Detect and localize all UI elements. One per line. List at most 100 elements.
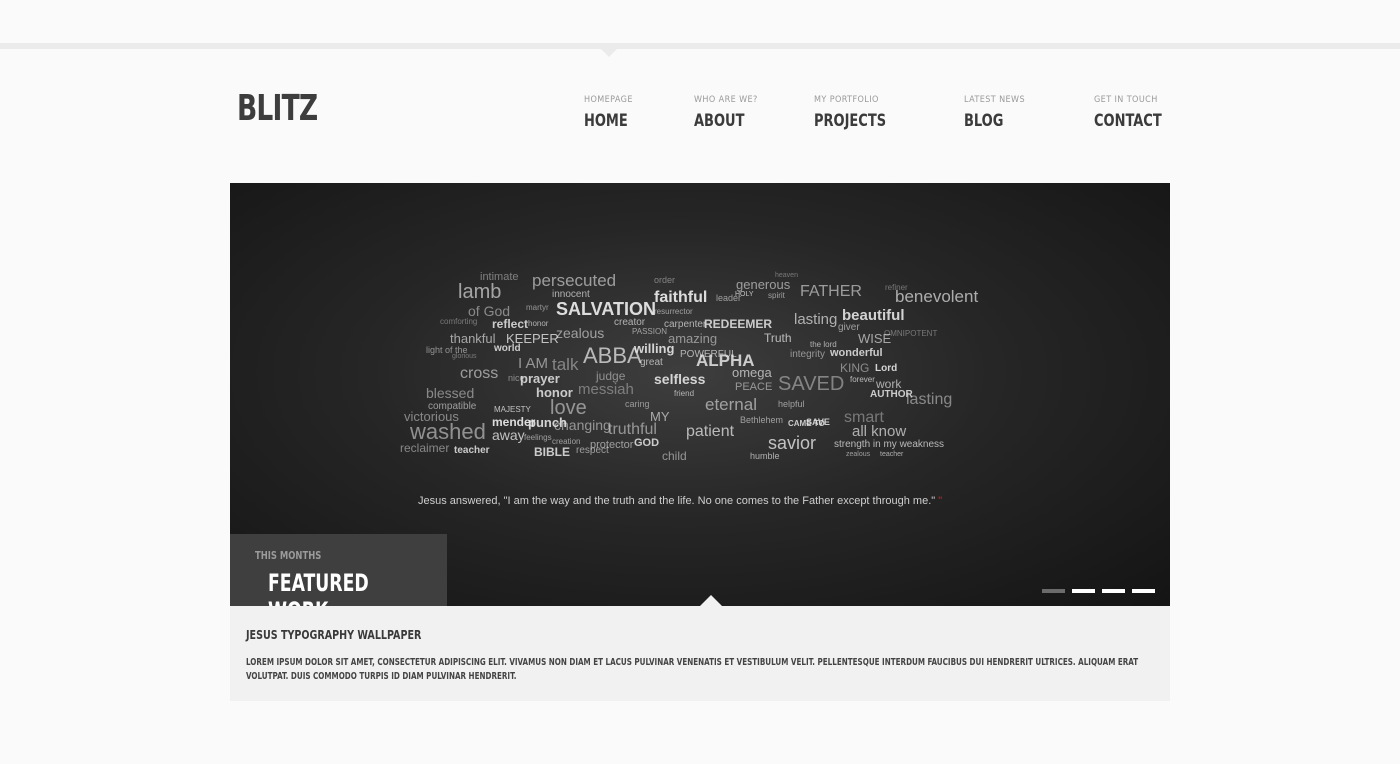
nav-contact[interactable]: GET IN TOUCH CONTACT bbox=[1094, 95, 1174, 131]
word-cloud-word: lasting bbox=[794, 311, 838, 328]
nav-contact-subtitle: GET IN TOUCH bbox=[1094, 95, 1158, 105]
word-cloud-word: teacher bbox=[880, 451, 904, 458]
nav-about-subtitle: WHO ARE WE? bbox=[694, 95, 758, 105]
word-cloud-word: patient bbox=[686, 423, 735, 440]
word-cloud-word: honor bbox=[528, 319, 549, 328]
word-cloud-word: prayer bbox=[520, 371, 560, 386]
word-cloud-word: blessed bbox=[426, 385, 475, 401]
word-cloud-word: KING bbox=[840, 361, 870, 375]
word-cloud-word: faithful bbox=[654, 289, 708, 306]
word-cloud-word: teacher bbox=[454, 445, 490, 456]
top-divider bbox=[0, 43, 1400, 49]
site-logo[interactable]: BLITZ bbox=[237, 88, 318, 129]
featured-slider[interactable]: intimate persecuted order generous heaven lam… bbox=[230, 183, 1170, 606]
word-cloud-word: reclaimer bbox=[400, 441, 450, 455]
word-cloud-word: lasting bbox=[906, 391, 953, 408]
word-cloud-word: PASSION bbox=[632, 327, 667, 336]
featured-kicker: THIS MONTHS bbox=[255, 549, 322, 562]
word-cloud-word: generous bbox=[736, 277, 791, 292]
word-cloud-word: humble bbox=[750, 451, 780, 461]
word-cloud-word: omega bbox=[732, 365, 772, 380]
nav-home-subtitle: HOMEPAGE bbox=[584, 95, 633, 105]
word-cloud-word: cross bbox=[460, 365, 499, 382]
word-cloud-word: resurrector bbox=[654, 307, 693, 316]
slider-pager-1[interactable] bbox=[1042, 589, 1065, 593]
word-cloud-word: martyr bbox=[526, 303, 549, 312]
nav-home[interactable]: HOMEPAGE HOME bbox=[584, 95, 635, 131]
nav-blog-label[interactable]: BLOG bbox=[964, 111, 1016, 131]
word-cloud-word: FATHER bbox=[800, 283, 862, 300]
word-cloud-word: respect bbox=[576, 445, 609, 456]
slider-pager-4[interactable] bbox=[1132, 589, 1155, 593]
slider-pager-2[interactable] bbox=[1072, 589, 1095, 593]
word-cloud-word: strength in my weakness bbox=[834, 439, 945, 450]
word-cloud-word: great bbox=[640, 357, 663, 368]
featured-title: FEATURED WORK bbox=[268, 569, 369, 606]
word-cloud-word: Bethlehem bbox=[740, 415, 784, 425]
quote-mark: " bbox=[938, 495, 943, 507]
nav-blog[interactable]: LATEST NEWS BLOG bbox=[964, 95, 1025, 131]
word-cloud-word: SAVED bbox=[778, 373, 845, 395]
nav-blog-subtitle: LATEST NEWS bbox=[964, 95, 1025, 105]
word-cloud-word: amazing bbox=[668, 331, 718, 346]
word-cloud-word: Truth bbox=[764, 331, 792, 345]
word-cloud-word: I AM bbox=[518, 355, 549, 372]
nav-about-label[interactable]: ABOUT bbox=[694, 111, 748, 131]
word-cloud-word: MAJESTY bbox=[494, 405, 531, 414]
caption-notch bbox=[700, 595, 722, 606]
nav-home-label[interactable]: HOME bbox=[584, 111, 628, 131]
word-cloud-word: thankful bbox=[450, 331, 496, 346]
word-cloud-word: lamb bbox=[458, 281, 502, 303]
word-cloud-word: giver bbox=[838, 322, 860, 333]
word-cloud-word: caring bbox=[625, 399, 650, 409]
word-cloud-word: world bbox=[494, 343, 521, 354]
word-cloud-word: WISE bbox=[858, 331, 892, 346]
word-cloud-word: HOLY bbox=[735, 291, 754, 298]
slide-caption-text: LOREM IPSUM DOLOR SIT AMET, CONSECTETUR … bbox=[246, 657, 1139, 682]
word-cloud-word: integrity bbox=[790, 349, 826, 360]
word-cloud-word: persecuted bbox=[532, 271, 617, 290]
word-cloud-word: eternal bbox=[705, 395, 757, 414]
word-cloud-word: BIBLE bbox=[534, 445, 570, 459]
nav-contact-label[interactable]: CONTACT bbox=[1094, 111, 1162, 131]
word-cloud-word: ABBA bbox=[583, 343, 642, 368]
word-cloud-word: feelings bbox=[524, 433, 552, 442]
top-divider-notch bbox=[601, 49, 617, 57]
featured-work-box: THIS MONTHS FEATURED WORK bbox=[230, 534, 447, 606]
slider-pager-3[interactable] bbox=[1102, 589, 1125, 593]
word-cloud-word: changing bbox=[554, 417, 611, 433]
word-cloud-word: child bbox=[662, 449, 687, 463]
word-cloud-word: helpful bbox=[778, 399, 805, 409]
word-cloud-word: wonderful bbox=[830, 347, 883, 359]
word-cloud-word: SAVE bbox=[806, 417, 830, 427]
word-cloud-word: comforting bbox=[440, 317, 478, 326]
word-cloud-word: Lord bbox=[875, 363, 898, 374]
word-cloud-word: forever bbox=[850, 375, 875, 384]
word-cloud-word: OMNIPOTENT bbox=[884, 329, 938, 338]
word-cloud-word: messiah bbox=[578, 381, 634, 398]
nav-about[interactable]: WHO ARE WE? ABOUT bbox=[694, 95, 758, 131]
word-cloud-word: heaven bbox=[775, 272, 798, 279]
word-cloud-word: REDEEMER bbox=[704, 317, 773, 331]
word-cloud-word: order bbox=[654, 275, 676, 285]
word-cloud-word: glorious bbox=[452, 353, 477, 360]
slide-caption-title: JESUS TYPOGRAPHY WALLPAPER bbox=[246, 627, 422, 642]
word-cloud-word: friend bbox=[674, 389, 695, 398]
word-cloud-word: zealous bbox=[556, 325, 605, 341]
word-cloud-word: all know bbox=[852, 423, 907, 440]
nav-projects[interactable]: MY PORTFOLIO PROJECTS bbox=[814, 95, 899, 131]
word-cloud-word: carpenter bbox=[664, 319, 707, 330]
slide-caption-panel: JESUS TYPOGRAPHY WALLPAPER LOREM IPSUM D… bbox=[230, 606, 1170, 701]
nav-projects-subtitle: MY PORTFOLIO bbox=[814, 95, 879, 105]
word-cloud-word: selfless bbox=[654, 371, 706, 387]
slide-quote-text: Jesus answered, "I am the way and the tr… bbox=[418, 495, 936, 507]
word-cloud-word: away bbox=[492, 427, 525, 443]
word-cloud-word: spirit bbox=[768, 291, 785, 300]
nav-projects-label[interactable]: PROJECTS bbox=[814, 111, 886, 131]
word-cloud-word: reflect bbox=[492, 317, 529, 331]
slide-quote: Jesus answered, "I am the way and the tr… bbox=[418, 495, 942, 507]
word-cloud-word: zealous bbox=[846, 451, 871, 458]
word-cloud-word: benevolent bbox=[895, 287, 979, 306]
word-cloud-word: GOD bbox=[634, 437, 660, 449]
word-cloud-word: PEACE bbox=[735, 381, 773, 393]
